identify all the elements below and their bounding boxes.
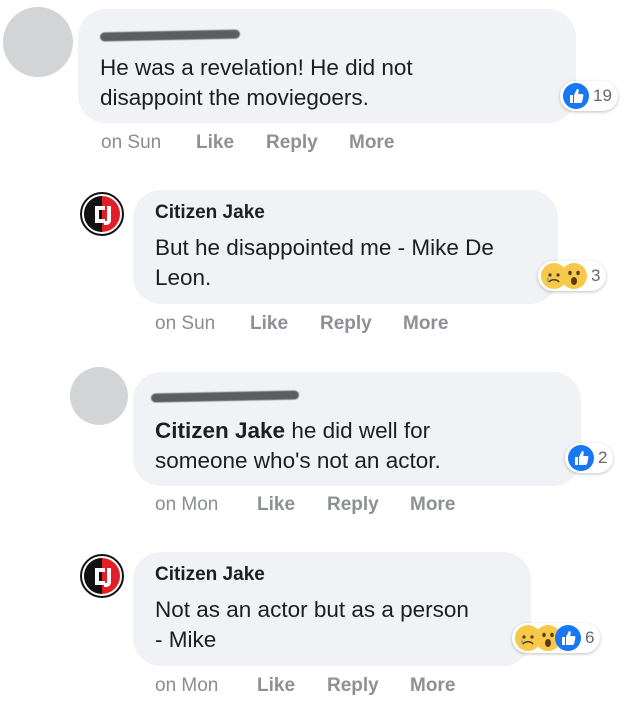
timestamp[interactable]: on Mon (155, 675, 218, 697)
comment-bubble: Citizen Jake Not as an actor but as a pe… (133, 552, 531, 666)
avatar[interactable] (70, 367, 128, 425)
reaction-summary[interactable]: 3 (538, 261, 607, 291)
comment-bubble: Citizen Jake But he disappointed me - Mi… (133, 190, 558, 304)
redacted-author-name (150, 390, 300, 403)
comment-actions: on Sun Like Reply More (155, 313, 475, 339)
more-button[interactable]: More (349, 132, 394, 154)
comment-text: Not as an actor but as a person - Mike (155, 597, 469, 652)
comment-actions: on Mon Like Reply More (155, 494, 475, 520)
wow-icon (561, 263, 587, 289)
comment-thread: He was a revelation! He did not disappoi… (0, 0, 635, 702)
reply-button[interactable]: Reply (327, 494, 379, 516)
reply-button[interactable]: Reply (266, 132, 318, 154)
reaction-summary[interactable]: 19 (560, 81, 618, 111)
like-button[interactable]: Like (250, 313, 288, 335)
reaction-count: 19 (593, 86, 612, 105)
reaction-count: 6 (585, 628, 595, 647)
avatar[interactable] (80, 192, 124, 236)
timestamp[interactable]: on Sun (101, 132, 161, 154)
more-button[interactable]: More (410, 494, 455, 516)
comment-bubble: Citizen Jake he did well for someone who… (133, 372, 581, 486)
more-button[interactable]: More (403, 313, 448, 335)
comment-text: He was a revelation! He did not disappoi… (100, 55, 413, 110)
like-button[interactable]: Like (257, 675, 295, 697)
comment-actions: on Sun Like Reply More (101, 132, 421, 158)
author-name[interactable]: Citizen Jake (155, 564, 265, 586)
mention-link[interactable]: Citizen Jake (155, 418, 285, 443)
reaction-summary[interactable]: 2 (565, 443, 614, 473)
timestamp[interactable]: on Sun (155, 313, 215, 335)
citizen-jake-logo (84, 196, 120, 232)
reaction-count: 3 (591, 266, 601, 285)
comment-bubble: He was a revelation! He did not disappoi… (78, 9, 576, 123)
reaction-summary[interactable]: 6 (512, 623, 601, 653)
reply-button[interactable]: Reply (320, 313, 372, 335)
like-button[interactable]: Like (257, 494, 295, 516)
comment-actions: on Mon Like Reply More (155, 675, 475, 701)
comment-text: But he disappointed me - Mike De Leon. (155, 235, 494, 290)
like-icon (555, 625, 581, 651)
avatar[interactable] (80, 554, 124, 598)
like-icon (568, 445, 594, 471)
like-icon (563, 83, 589, 109)
redacted-author-name (99, 29, 241, 42)
avatar[interactable] (3, 7, 73, 77)
reaction-count: 2 (598, 448, 608, 467)
like-button[interactable]: Like (196, 132, 234, 154)
citizen-jake-logo (84, 558, 120, 594)
timestamp[interactable]: on Mon (155, 494, 218, 516)
comment-text: Citizen Jake he did well for someone who… (155, 418, 441, 473)
author-name[interactable]: Citizen Jake (155, 202, 265, 224)
reply-button[interactable]: Reply (327, 675, 379, 697)
more-button[interactable]: More (410, 675, 455, 697)
